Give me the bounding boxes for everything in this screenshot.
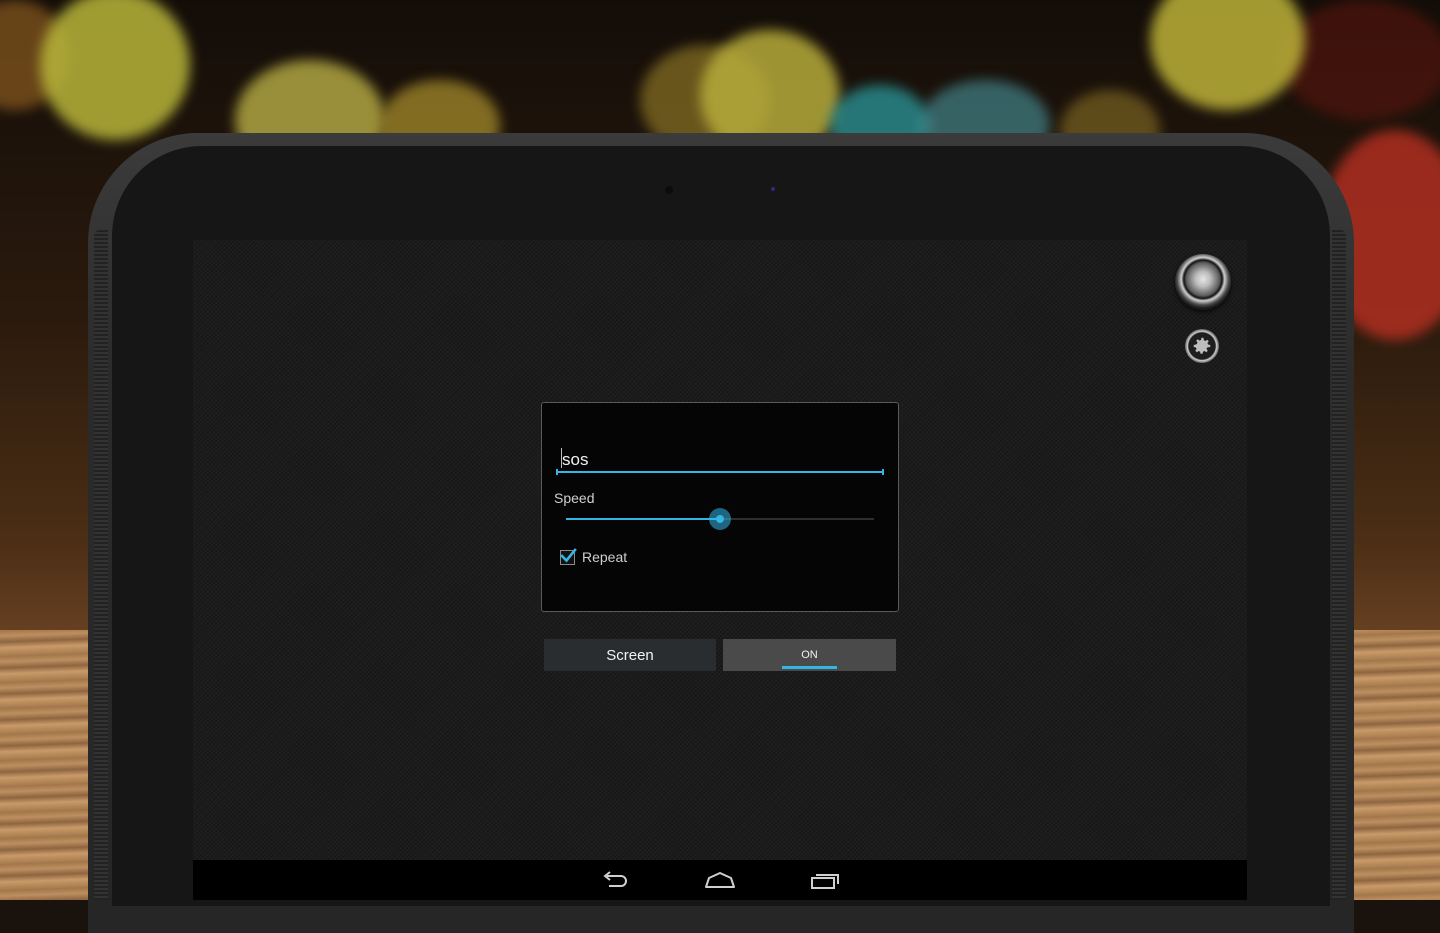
checkmark-icon [560,547,577,562]
slider-fill [566,518,720,520]
repeat-checkbox[interactable] [560,547,577,565]
screen-mode-button[interactable]: Screen [544,639,716,671]
toggle-active-indicator [782,666,837,669]
repeat-label: Repeat [582,549,628,565]
slider-thumb[interactable] [709,508,731,530]
repeat-checkbox-row[interactable]: Repeat [560,547,628,565]
speed-label: Speed [554,490,595,506]
system-navigation-bar [193,860,1247,900]
gear-icon [1193,337,1211,354]
on-toggle-button[interactable]: ON [723,639,896,671]
settings-button[interactable] [1185,329,1219,363]
front-camera [665,186,673,194]
speaker-grille-right [1332,230,1346,900]
back-button[interactable] [597,868,631,894]
bokeh-light [1150,0,1305,110]
back-arrow-icon [603,871,627,887]
power-button-icon[interactable] [1175,254,1231,310]
signal-settings-panel: Speed Repeat [541,402,899,612]
light-sensor [771,187,775,191]
bokeh-light [1280,0,1440,120]
recent-apps-icon [811,874,839,889]
home-button[interactable] [703,868,737,894]
recent-apps-button[interactable] [809,868,843,894]
text-cursor [561,448,562,468]
speaker-grille-left [94,230,108,900]
speed-slider[interactable] [566,507,874,531]
on-toggle-label: ON [801,649,818,661]
bokeh-light [40,0,190,140]
message-text-input[interactable] [556,449,884,473]
home-icon [705,872,735,888]
app-screen: Speed Repeat Screen ON [193,240,1247,900]
